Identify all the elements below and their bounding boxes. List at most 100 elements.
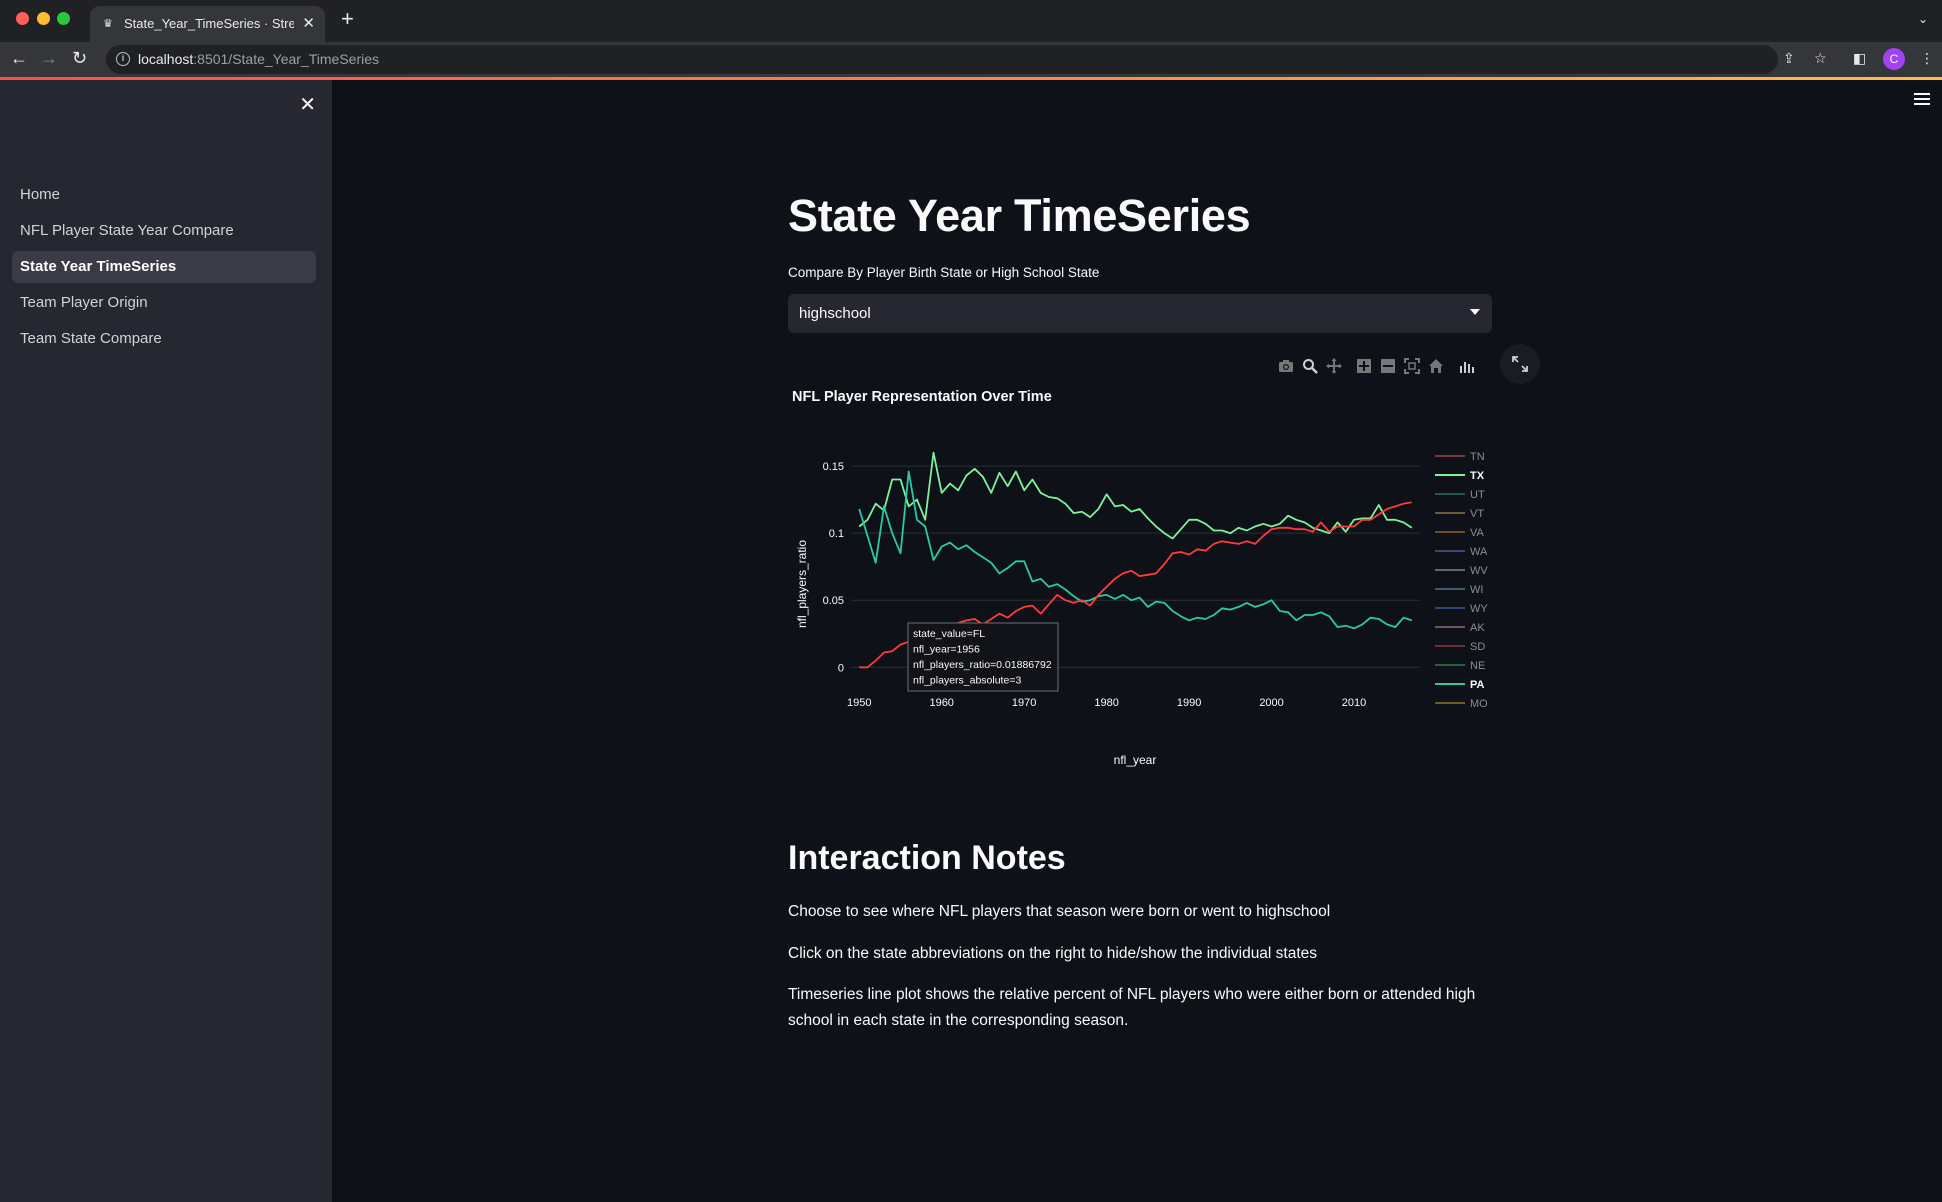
pan-icon[interactable] xyxy=(1326,358,1342,374)
legend-label: VT xyxy=(1470,508,1484,520)
reload-icon[interactable]: ↻ xyxy=(72,49,87,67)
x-tick-label: 2000 xyxy=(1259,697,1283,709)
browser-tab-bar: ♛ State_Year_TimeSeries · Streamlit ✕ + … xyxy=(0,0,1942,42)
legend-label: MO xyxy=(1470,698,1488,710)
tooltip-line: nfl_players_ratio=0.01886792 xyxy=(913,659,1052,671)
x-tick-label: 1950 xyxy=(847,697,871,709)
zoom-in-icon[interactable] xyxy=(1356,358,1372,374)
x-axis-ticks: 1950 1960 1970 1980 1990 2000 2010 xyxy=(847,697,1366,709)
url-host: localhost xyxy=(138,51,194,67)
select-value: highschool xyxy=(799,305,871,322)
chart-legend: TN TX UT VT VA WA WV WI WY AK SD NE PA MO xyxy=(1435,451,1488,710)
address-bar[interactable]: i localhost:8501/State_Year_TimeSeries xyxy=(106,45,1778,74)
x-tick-label: 1970 xyxy=(1012,697,1036,709)
x-tick-label: 1990 xyxy=(1177,697,1201,709)
sidebar-item-team-player-origin[interactable]: Team Player Origin xyxy=(12,287,316,319)
chart-tooltip: state_value=FL nfl_year=1956 nfl_players_r… xyxy=(907,622,1059,692)
fullscreen-icon xyxy=(1512,356,1528,372)
legend-item-va[interactable]: VA xyxy=(1435,527,1485,539)
browser-toolbar: ← → ↻ i localhost:8501/State_Year_TimeSe… xyxy=(0,42,1942,77)
close-window-button[interactable] xyxy=(16,12,29,25)
side-panel-icon[interactable]: ◧ xyxy=(1853,50,1866,67)
legend-label: UT xyxy=(1470,489,1485,501)
legend-item-ak[interactable]: AK xyxy=(1435,622,1485,634)
forward-arrow-icon[interactable]: → xyxy=(40,49,58,67)
note-2: Click on the state abbreviations on the … xyxy=(788,945,1318,962)
fullscreen-button[interactable] xyxy=(1500,344,1540,384)
y-tick-label: 0.05 xyxy=(823,595,844,607)
legend-item-wy[interactable]: WY xyxy=(1435,603,1488,615)
timeseries-line-chart[interactable]: NFL Player Representation Over Time 0 0.0… xyxy=(788,380,1492,780)
tooltip-line: nfl_players_absolute=3 xyxy=(913,675,1021,687)
sidebar-item-nfl-player-state-year-compare[interactable]: NFL Player State Year Compare xyxy=(12,215,316,247)
legend-item-sd[interactable]: SD xyxy=(1435,641,1485,653)
back-arrow-icon[interactable]: ← xyxy=(10,49,28,67)
home-reset-icon[interactable] xyxy=(1428,358,1444,374)
x-axis-label: nfl_year xyxy=(1114,753,1157,767)
zoom-out-icon[interactable] xyxy=(1380,358,1396,374)
interaction-notes-title: Interaction Notes xyxy=(788,839,1066,877)
legend-label: WV xyxy=(1470,565,1488,577)
x-tick-label: 1960 xyxy=(929,697,953,709)
autoscale-icon[interactable] xyxy=(1404,358,1420,374)
note-1: Choose to see where NFL players that sea… xyxy=(788,903,1331,920)
y-axis-ticks: 0 0.05 0.1 0.15 xyxy=(823,461,844,674)
legend-label: AK xyxy=(1470,622,1485,634)
sidebar-item-home[interactable]: Home xyxy=(12,179,316,211)
legend-label: WI xyxy=(1470,584,1483,596)
legend-label: WY xyxy=(1470,603,1488,615)
minimize-window-button[interactable] xyxy=(37,12,50,25)
main-menu-icon[interactable] xyxy=(1914,93,1930,108)
browser-tab[interactable]: ♛ State_Year_TimeSeries · Streamlit ✕ xyxy=(90,6,325,42)
camera-icon[interactable] xyxy=(1278,358,1294,374)
y-tick-label: 0.15 xyxy=(823,461,844,473)
y-axis-label: nfl_players_ratio xyxy=(795,540,809,628)
tab-close-icon[interactable]: ✕ xyxy=(302,14,315,32)
legend-item-wa[interactable]: WA xyxy=(1435,546,1488,558)
sidebar: ✕ Home NFL Player State Year Compare Sta… xyxy=(0,80,332,1202)
share-icon[interactable]: ⇪ xyxy=(1783,50,1795,67)
sidebar-item-state-year-timeseries[interactable]: State Year TimeSeries xyxy=(12,251,316,283)
x-tick-label: 1980 xyxy=(1094,697,1118,709)
legend-item-pa[interactable]: PA xyxy=(1435,679,1485,691)
tab-title: State_Year_TimeSeries · Streamlit xyxy=(124,16,294,31)
new-tab-icon[interactable]: + xyxy=(341,8,354,30)
legend-item-mo[interactable]: MO xyxy=(1435,698,1488,710)
close-sidebar-icon[interactable]: ✕ xyxy=(299,92,316,117)
legend-item-wi[interactable]: WI xyxy=(1435,584,1483,596)
note-3: Timeseries line plot shows the relative … xyxy=(788,986,1476,1029)
sidebar-nav: Home NFL Player State Year Compare State… xyxy=(12,179,316,359)
tab-search-chevron-icon[interactable]: ⌄ xyxy=(1918,12,1928,26)
plotly-logo-icon[interactable] xyxy=(1458,358,1474,374)
sidebar-item-team-state-compare[interactable]: Team State Compare xyxy=(12,323,316,355)
legend-label: TN xyxy=(1470,451,1485,463)
legend-label: NE xyxy=(1470,660,1485,672)
select-label: Compare By Player Birth State or High Sc… xyxy=(788,265,1100,280)
browser-menu-icon[interactable]: ⋮ xyxy=(1920,50,1934,67)
site-info-icon[interactable]: i xyxy=(116,52,130,66)
legend-item-vt[interactable]: VT xyxy=(1435,508,1484,520)
url-path: :8501/State_Year_TimeSeries xyxy=(193,51,380,67)
y-tick-label: 0 xyxy=(838,662,844,674)
streamlit-favicon-icon: ♛ xyxy=(103,18,113,30)
url-text: localhost:8501/State_Year_TimeSeries xyxy=(138,51,379,67)
legend-item-ut[interactable]: UT xyxy=(1435,489,1485,501)
legend-label: TX xyxy=(1470,470,1485,482)
legend-label: PA xyxy=(1470,679,1485,691)
series-line-tx xyxy=(858,451,1413,540)
maximize-window-button[interactable] xyxy=(57,12,70,25)
tooltip-line: nfl_year=1956 xyxy=(913,644,980,656)
legend-item-wv[interactable]: WV xyxy=(1435,565,1488,577)
tooltip-line: state_value=FL xyxy=(913,628,985,640)
legend-item-ne[interactable]: NE xyxy=(1435,660,1485,672)
legend-label: VA xyxy=(1470,527,1485,539)
chart-title: NFL Player Representation Over Time xyxy=(792,389,1052,405)
zoom-icon[interactable] xyxy=(1302,358,1318,374)
x-tick-label: 2010 xyxy=(1342,697,1366,709)
legend-label: WA xyxy=(1470,546,1488,558)
state-type-select[interactable]: highschool xyxy=(788,294,1492,333)
bookmark-star-icon[interactable]: ☆ xyxy=(1814,50,1827,67)
legend-item-tx[interactable]: TX xyxy=(1435,470,1485,482)
profile-avatar[interactable]: C xyxy=(1883,48,1905,70)
legend-item-tn[interactable]: TN xyxy=(1435,451,1485,463)
